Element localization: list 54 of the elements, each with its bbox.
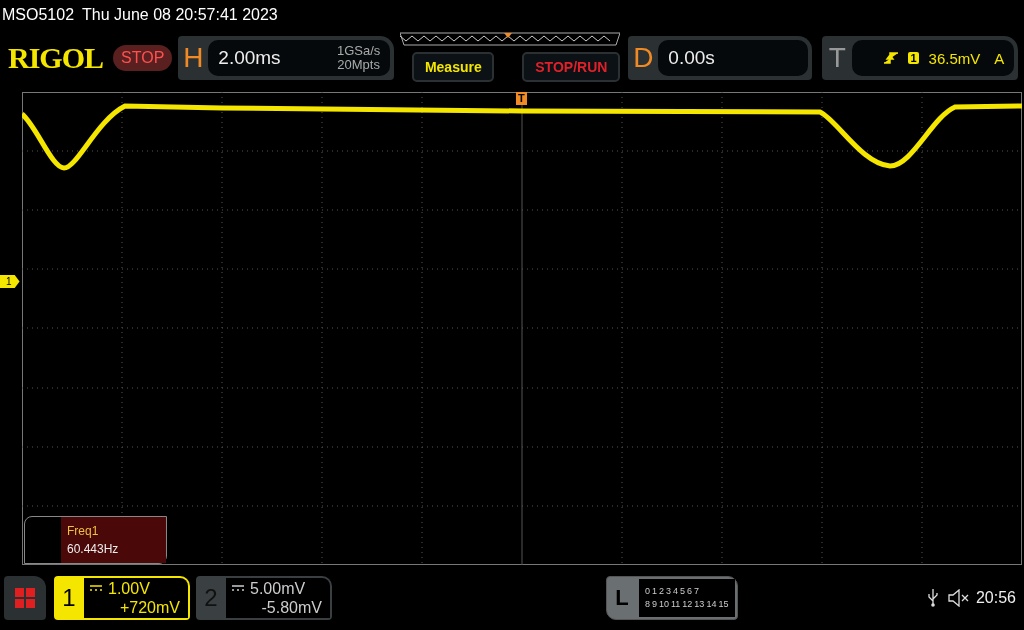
channel-number: 1 bbox=[61, 583, 77, 612]
clock-time: 20:56 bbox=[975, 588, 1016, 607]
model-name: MSO5102 bbox=[2, 6, 75, 24]
digital-channel-number: 12 bbox=[682, 599, 693, 609]
softkey-button[interactable]: Measure bbox=[412, 52, 495, 82]
trigger-mode: A bbox=[994, 49, 1005, 67]
memory-depth: 20Mpts bbox=[337, 58, 380, 72]
trigger-position-marker: T bbox=[516, 92, 527, 105]
channel-scale: 5.00mV bbox=[250, 578, 306, 598]
horizontal-panel[interactable]: H 2.00ms 1GSa/s 20Mpts bbox=[178, 36, 395, 80]
channel-scale: 1.00V bbox=[108, 578, 150, 598]
digital-channel-number: 6 bbox=[687, 586, 693, 596]
digital-channel-number: 3 bbox=[666, 586, 671, 596]
delay-label: D bbox=[632, 42, 655, 74]
digital-channel-number: 7 bbox=[694, 586, 700, 596]
digital-channel-number: 2 bbox=[659, 586, 664, 596]
digital-channel-number: 14 bbox=[706, 599, 717, 609]
logic-panel[interactable]: L 0 1 2 3 4 5 6 7 8 9 10 11 12 13 14 15 bbox=[605, 575, 738, 620]
speaker-muted-icon bbox=[947, 588, 970, 607]
digital-channel-number: 8 bbox=[644, 599, 650, 609]
trigger-label: T bbox=[827, 42, 847, 74]
measurement-name: Freq1 bbox=[67, 524, 100, 538]
digital-channel-number: 11 bbox=[671, 599, 681, 609]
timebase-value: 2.00ms bbox=[218, 47, 281, 69]
sample-rate: 1GSa/s bbox=[336, 44, 381, 58]
trigger-source-badge: 1 bbox=[908, 52, 919, 64]
digital-channel-number: 1 bbox=[651, 586, 657, 596]
grid-icon bbox=[15, 587, 35, 608]
digital-channel-number: 15 bbox=[718, 599, 729, 609]
horizontal-label: H bbox=[182, 42, 205, 74]
measurement-value: 60.443Hz bbox=[67, 542, 120, 556]
digital-channel-number: 0 bbox=[644, 586, 650, 596]
digital-channel-number: 5 bbox=[680, 586, 686, 596]
menu-button[interactable] bbox=[4, 575, 46, 620]
digital-channel-number: 4 bbox=[673, 586, 679, 596]
usb-icon bbox=[927, 588, 938, 607]
channel-panel[interactable]: 1 1.00V +720mV bbox=[54, 575, 190, 620]
delay-value: 0.00s bbox=[668, 47, 715, 69]
brand-logo: RIGOL bbox=[8, 41, 104, 75]
dc-coupling-icon bbox=[232, 585, 244, 591]
trigger-panel[interactable]: T 1 36.5mV A bbox=[822, 36, 1019, 80]
channel-offset: +720mV bbox=[119, 597, 180, 617]
run-state-badge: STOP bbox=[113, 45, 173, 71]
delay-panel[interactable]: D 0.00s bbox=[628, 36, 813, 80]
channel-offset: -5.80mV bbox=[261, 597, 322, 617]
channel-offset-marker: 1 bbox=[0, 275, 20, 288]
date-time: Thu June 08 20:57:41 2023 bbox=[82, 6, 278, 24]
digital-channel-number: 13 bbox=[694, 599, 705, 609]
logic-label: L bbox=[614, 584, 630, 611]
softkey-button[interactable]: STOP/RUN bbox=[522, 52, 621, 82]
digital-channel-number: 10 bbox=[659, 599, 669, 609]
trigger-level: 36.5mV bbox=[928, 49, 981, 67]
digital-channel-number: 9 bbox=[651, 599, 657, 609]
dc-coupling-icon bbox=[90, 585, 102, 591]
